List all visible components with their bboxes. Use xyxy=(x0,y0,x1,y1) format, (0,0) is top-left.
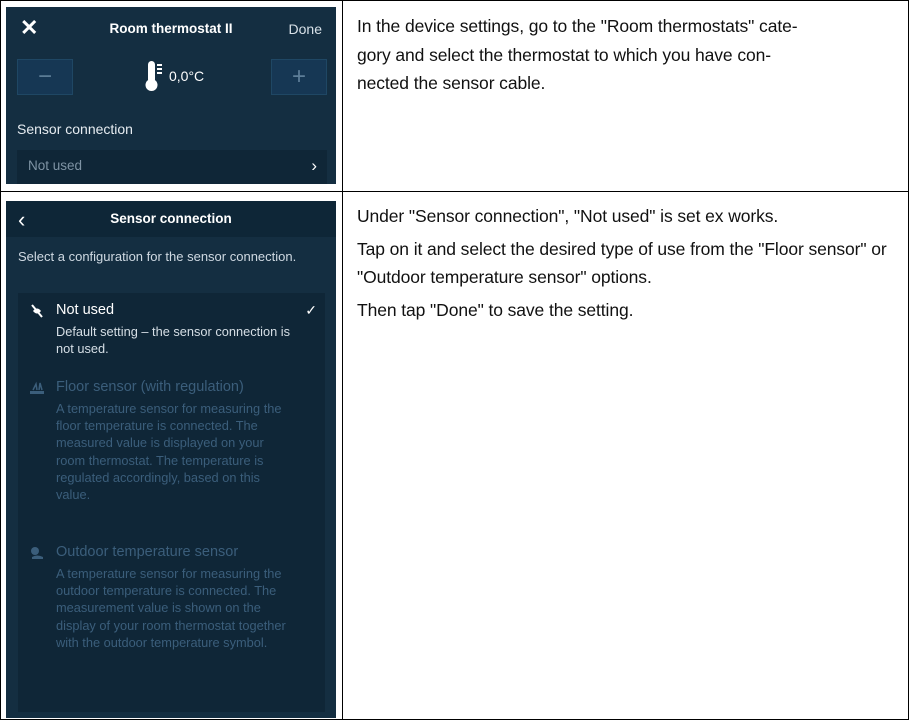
checkmark-icon: ✓ xyxy=(305,302,317,318)
screen-title: Room thermostat II xyxy=(109,21,233,36)
sensor-connection-label: Sensor connection xyxy=(17,121,133,137)
option-outdoor-sensor[interactable]: Outdoor temperature sensor A temperature… xyxy=(18,543,325,703)
option-title: Floor sensor (with regulation) xyxy=(56,379,244,395)
row1-instruction: In the device settings, go to the "Room … xyxy=(357,12,897,98)
screen-header: ✕ Room thermostat II Done xyxy=(6,7,336,52)
table-row-divider xyxy=(0,191,909,192)
done-button[interactable]: Done xyxy=(289,21,322,37)
option-not-used[interactable]: Not used ✓ Default setting – the sensor … xyxy=(18,301,325,361)
row2-paragraph: Tap on it and select the desired type of… xyxy=(357,238,887,288)
minus-icon: − xyxy=(37,63,52,90)
option-description: A temperature sensor for measuring the o… xyxy=(56,566,286,650)
table-column-divider xyxy=(342,0,343,720)
table-border-top xyxy=(0,0,909,1)
row2-paragraph: Then tap "Done" to save the setting. xyxy=(357,299,634,320)
option-description: A temperature sensor for measuring the f… xyxy=(56,401,282,503)
row1-line: nected the sensor cable. xyxy=(357,73,546,93)
option-title: Not used xyxy=(56,302,115,318)
chevron-right-icon: › xyxy=(311,156,317,175)
sensor-connection-value: Not used xyxy=(28,158,83,173)
option-floor-sensor[interactable]: Floor sensor (with regulation) A tempera… xyxy=(18,378,325,528)
decrease-button[interactable]: − xyxy=(17,59,73,95)
outdoor-sensor-icon xyxy=(31,547,43,559)
option-description: Default setting – the sensor connection … xyxy=(56,324,291,357)
row1-line: gory and select the thermostat to which … xyxy=(357,44,771,65)
room-thermostat-screen: ✕ Room thermostat II Done − 0,0°C + Sens… xyxy=(6,7,336,184)
sensor-connection-row[interactable]: Not used › xyxy=(17,150,327,184)
screen-title: Sensor connection xyxy=(110,211,232,226)
screen-header: ‹ Sensor connection xyxy=(6,201,336,237)
increase-button[interactable]: + xyxy=(271,59,327,95)
row1-line: In the device settings, go to the "Room … xyxy=(357,16,798,36)
thermometer-icon xyxy=(145,61,162,91)
row2-paragraph: Under "Sensor connection", "Not used" is… xyxy=(357,206,779,226)
temperature-value: 0,0°C xyxy=(169,68,205,84)
floor-sensor-icon xyxy=(30,381,44,394)
plus-icon: + xyxy=(291,63,306,90)
screen-description: Select a configuration for the sensor co… xyxy=(18,249,297,264)
sensor-connection-screen: ‹ Sensor connection Select a configurati… xyxy=(6,201,336,718)
sensor-off-icon xyxy=(31,304,43,318)
option-title: Outdoor temperature sensor xyxy=(56,544,239,560)
options-panel: Not used ✓ Default setting – the sensor … xyxy=(18,293,325,712)
table-border-left xyxy=(0,0,1,720)
row2-instruction: Under "Sensor connection", "Not used" is… xyxy=(357,202,897,324)
